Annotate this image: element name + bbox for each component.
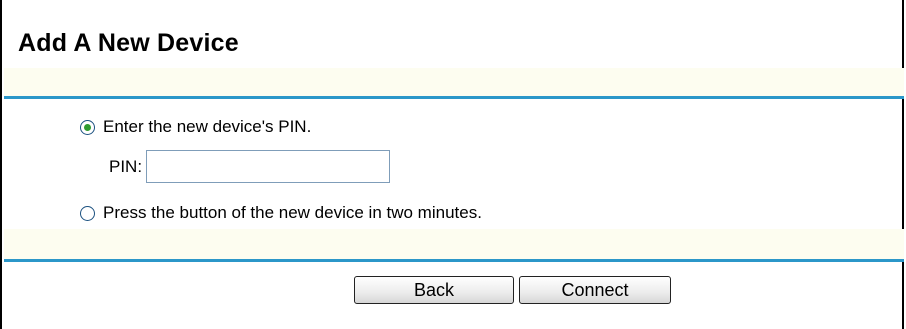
header-divider — [4, 96, 904, 99]
page-title: Add A New Device — [18, 29, 239, 57]
footer-divider — [4, 259, 904, 262]
pin-radio-button[interactable] — [80, 119, 95, 135]
connect-button[interactable]: Connect — [519, 276, 671, 304]
page-frame: Add A New Device Enter the new device's … — [0, 0, 904, 329]
pin-option-label: Enter the new device's PIN. — [103, 117, 312, 136]
back-button[interactable]: Back — [354, 276, 514, 304]
footer-band — [4, 229, 904, 259]
pin-field-row: PIN: — [109, 150, 391, 183]
push-button-radio-button[interactable] — [80, 205, 95, 221]
push-button-option[interactable]: Press the button of the new device in tw… — [80, 203, 482, 223]
pin-input[interactable] — [146, 150, 391, 183]
pin-option[interactable]: Enter the new device's PIN. — [80, 117, 311, 137]
header-band — [4, 68, 904, 96]
pin-field-label: PIN: — [109, 156, 143, 176]
push-button-option-label: Press the button of the new device in tw… — [103, 203, 482, 222]
